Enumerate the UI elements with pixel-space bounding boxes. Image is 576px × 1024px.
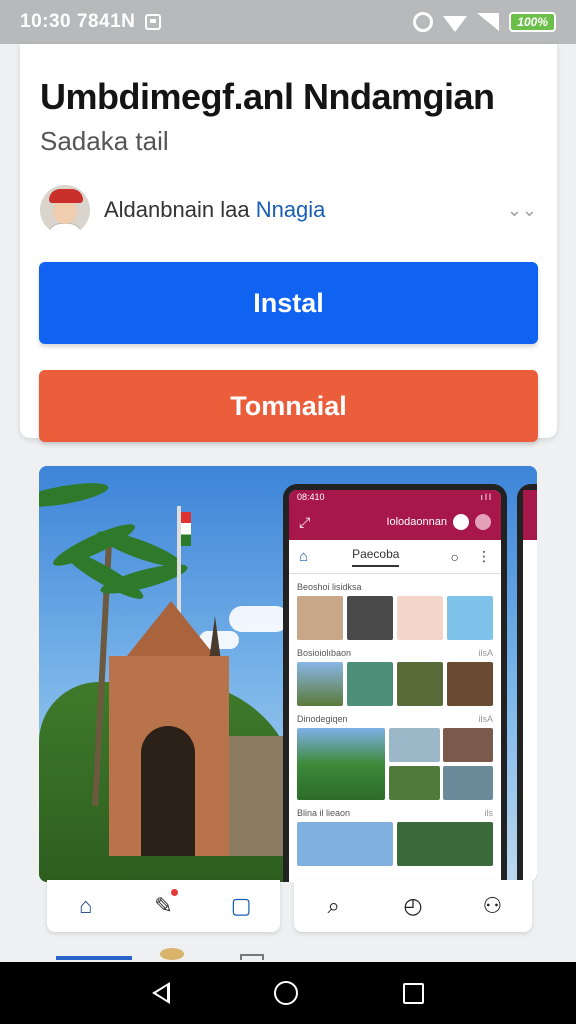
phone-section-title: Dinodegiqen ilsA (297, 714, 493, 724)
notification-dot (171, 889, 179, 896)
phone-mockup: 08:410 ıll ⤢ Iolodaonnan ⌂ Paecoba ○ ⋮ B… (283, 484, 507, 882)
secondary-button[interactable]: Tomnaial (39, 370, 538, 442)
timer-icon[interactable]: ◴ (396, 893, 430, 919)
status-icons: 100% (413, 12, 556, 32)
alarm-icon (413, 12, 434, 32)
temple-arch (141, 726, 195, 856)
phone-heart-icon (453, 514, 469, 530)
wifi-icon (443, 16, 468, 32)
app-info-card: Umbdimegf.anl Nndamgian Sadaka tail Alda… (20, 44, 557, 442)
phone-app-bar: ⤢ Iolodaonnan (289, 504, 501, 540)
app-title: Umbdimegf.anl Nndamgian (40, 76, 495, 117)
app-subtitle: Sadaka tail (40, 126, 169, 156)
status-bar: 10:30 7841N 100% (0, 0, 576, 44)
screenshot-gallery[interactable]: 08:410 ıll ⤢ Iolodaonnan ⌂ Paecoba ○ ⋮ B… (39, 466, 537, 882)
search-icon[interactable]: ⌕ (317, 893, 351, 919)
phone-section-title: Bosioiolıbaon ilsA (297, 648, 493, 658)
phone-tabs: ⌂ Paecoba ○ ⋮ (289, 540, 501, 574)
edit-icon[interactable]: ✎ (146, 889, 180, 919)
phone-photo-grid (289, 728, 501, 800)
phone-profile-icon (475, 514, 491, 530)
screenshot-tabbar-right: ⌕ ◴ ⚇ (294, 880, 532, 932)
phone-thumb-row (289, 662, 501, 706)
battery-icon: 100% (509, 12, 556, 32)
phone-clock-icon: ○ (450, 548, 459, 565)
notification-icon (145, 14, 162, 30)
phone-header-title: Iolodaonnan (386, 516, 447, 528)
phone-mockup-secondary (517, 484, 537, 882)
square-icon[interactable]: ▢ (224, 893, 258, 919)
back-icon[interactable] (152, 982, 171, 1004)
developer-avatar (40, 185, 90, 235)
phone-home-icon: ⌂ (299, 548, 309, 565)
phone-screen: 08:410 ıll ⤢ Iolodaonnan ⌂ Paecoba ○ ⋮ B… (289, 490, 501, 882)
phone-thumb-row (289, 596, 501, 640)
phone-more-icon: ⋮ (477, 548, 491, 564)
phone-status-bar: 08:410 ıll (289, 490, 501, 504)
developer-row[interactable]: Aldanbnain laa Nnagia ⌄⌄ (40, 182, 537, 238)
developer-name-link[interactable]: Nnagia (256, 197, 326, 222)
flag-icon (181, 512, 191, 546)
phone-tab-label: Paecoba (352, 547, 400, 567)
phone-section-title: Blina il lieaon ils (297, 808, 493, 818)
phone-back-icon: ⤢ (299, 513, 311, 530)
signal-icon (477, 13, 500, 31)
phone-thumb-row (289, 822, 501, 866)
system-nav-bar (0, 962, 576, 1024)
expand-icon[interactable]: ⌄⌄ (507, 200, 537, 221)
next-content-peek (56, 946, 476, 960)
phone-section-title: Beoshoi lisidksa (297, 582, 362, 592)
status-time: 10:30 7841N (20, 11, 136, 32)
install-button[interactable]: Instal (39, 262, 538, 344)
person-icon[interactable]: ⚇ (475, 893, 509, 919)
screenshot-tabbar-left: ⌂ ✎ ▢ (47, 880, 280, 932)
developer-name: Aldanbnain laa Nnagia (104, 197, 325, 223)
recent-apps-icon[interactable] (402, 982, 424, 1004)
home-circle-icon[interactable] (274, 981, 299, 1005)
developer-name-prefix: Aldanbnain laa (104, 197, 250, 222)
home-icon[interactable]: ⌂ (69, 893, 103, 919)
